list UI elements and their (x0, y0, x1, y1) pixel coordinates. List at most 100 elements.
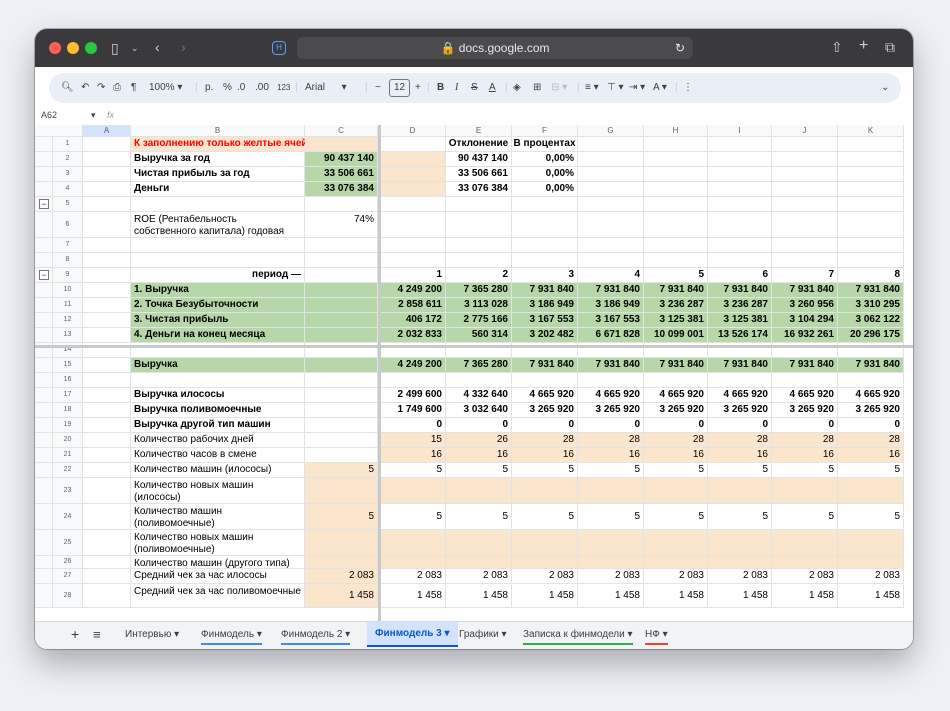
cell-c12[interactable] (305, 313, 378, 328)
cell-a12[interactable] (83, 313, 131, 328)
cell-j22[interactable]: 5 (772, 463, 838, 478)
cell-g17[interactable]: 4 665 920 (578, 388, 644, 403)
cell-k15[interactable]: 7 931 840 (838, 358, 904, 373)
cell-e19[interactable]: 0 (446, 418, 512, 433)
cell-k11[interactable]: 3 310 295 (838, 298, 904, 313)
cell-i18[interactable]: 3 265 920 (708, 403, 772, 418)
cell-j16[interactable] (772, 373, 838, 388)
cell-h17[interactable]: 4 665 920 (644, 388, 708, 403)
cell-e16[interactable] (446, 373, 512, 388)
cell-f15[interactable]: 7 931 840 (512, 358, 578, 373)
cell-e10[interactable]: 7 365 280 (446, 283, 512, 298)
cell-i21[interactable]: 16 (708, 448, 772, 463)
cell-b8[interactable] (131, 253, 305, 268)
cell-c25[interactable] (305, 530, 378, 556)
cell-k20[interactable]: 28 (838, 433, 904, 448)
cell-f17[interactable]: 4 665 920 (512, 388, 578, 403)
text-color-icon[interactable]: A (489, 81, 496, 95)
cell-b25[interactable]: Количество новых машин (поливомоечные) (131, 530, 305, 556)
new-tab-icon[interactable]: + (859, 38, 868, 54)
cell-c1[interactable] (305, 137, 378, 152)
cell-g4[interactable] (578, 182, 644, 197)
redo-icon[interactable]: ↷ (97, 81, 105, 95)
cell-a27[interactable] (83, 569, 131, 584)
decrease-decimal-button[interactable]: .0 (237, 81, 245, 95)
cell-a23[interactable] (83, 478, 131, 504)
cell-j9[interactable]: 7 (772, 268, 838, 283)
share-icon[interactable]: ⇧ (831, 40, 843, 54)
cell-f3[interactable]: 0,00% (512, 167, 578, 182)
cell-j6[interactable] (772, 212, 838, 238)
cell-j12[interactable]: 3 104 294 (772, 313, 838, 328)
cell-j15[interactable]: 7 931 840 (772, 358, 838, 373)
cell-f12[interactable]: 3 167 553 (512, 313, 578, 328)
cell-i20[interactable]: 28 (708, 433, 772, 448)
cell-h16[interactable] (644, 373, 708, 388)
sheet-tab-2[interactable]: Финмодель ▾ (201, 629, 262, 645)
cell-h5[interactable] (644, 197, 708, 212)
cell-f10[interactable]: 7 931 840 (512, 283, 578, 298)
cell-i22[interactable]: 5 (708, 463, 772, 478)
cell-g6[interactable] (578, 212, 644, 238)
cell-e8[interactable] (446, 253, 512, 268)
cell-f27[interactable]: 2 083 (512, 569, 578, 584)
maximize-dot[interactable] (85, 42, 97, 54)
cell-a7[interactable] (83, 238, 131, 253)
cell-d18[interactable]: 1 749 600 (380, 403, 446, 418)
cell-k19[interactable]: 0 (838, 418, 904, 433)
cell-c7[interactable] (305, 238, 378, 253)
cell-c4[interactable]: 33 076 384 (305, 182, 378, 197)
cell-c28[interactable]: 1 458 (305, 584, 378, 608)
sheet-tab-1[interactable]: Интервью ▾ (125, 629, 179, 640)
cell-k9[interactable]: 8 (838, 268, 904, 283)
cell-a2[interactable] (83, 152, 131, 167)
cell-d9[interactable]: 1 (380, 268, 446, 283)
cell-f23[interactable] (512, 478, 578, 504)
cell-e4[interactable]: 33 076 384 (446, 182, 512, 197)
column-header-e[interactable]: E (446, 125, 512, 137)
cell-k22[interactable]: 5 (838, 463, 904, 478)
cell-e6[interactable] (446, 212, 512, 238)
row-number[interactable]: 8 (53, 253, 83, 268)
cell-k25[interactable] (838, 530, 904, 556)
cell-e25[interactable] (446, 530, 512, 556)
row-number[interactable]: 22 (53, 463, 83, 478)
cell-d10[interactable]: 4 249 200 (380, 283, 446, 298)
wrap-icon[interactable]: ⇥ ▾ (629, 81, 645, 95)
cell-b28[interactable]: Средний чек за час поливомоечные (131, 584, 305, 608)
cell-d2[interactable] (380, 152, 446, 167)
increase-decimal-button[interactable]: .00 (255, 81, 269, 95)
reload-icon[interactable]: ↻ (675, 37, 685, 59)
sheet-tab-5[interactable]: Графики ▾ (459, 629, 507, 640)
row-number[interactable]: 3 (53, 167, 83, 182)
row-number[interactable]: 5 (53, 197, 83, 212)
cell-c26[interactable] (305, 556, 378, 569)
cell-e26[interactable] (446, 556, 512, 569)
add-sheet-icon[interactable]: + (71, 626, 79, 642)
cell-a16[interactable] (83, 373, 131, 388)
cell-a22[interactable] (83, 463, 131, 478)
bold-icon[interactable]: B (437, 81, 444, 95)
cell-c17[interactable] (305, 388, 378, 403)
cell-b2[interactable]: Выручка за год (131, 152, 305, 167)
cell-g1[interactable] (578, 137, 644, 152)
cell-h23[interactable] (644, 478, 708, 504)
row-number[interactable]: 18 (53, 403, 83, 418)
cell-d20[interactable]: 15 (380, 433, 446, 448)
row-number[interactable]: 25 (53, 530, 83, 556)
row-number[interactable]: 9 (53, 268, 83, 283)
cell-f25[interactable] (512, 530, 578, 556)
cell-d17[interactable]: 2 499 600 (380, 388, 446, 403)
cell-b1[interactable]: К заполнению только желтые ячейки! (131, 137, 322, 152)
cell-d5[interactable] (380, 197, 446, 212)
cell-i17[interactable]: 4 665 920 (708, 388, 772, 403)
column-header-b[interactable]: B (131, 125, 305, 137)
cell-f4[interactable]: 0,00% (512, 182, 578, 197)
cell-c23[interactable] (305, 478, 378, 504)
cell-e5[interactable] (446, 197, 512, 212)
cell-b4[interactable]: Деньги (131, 182, 305, 197)
cell-i4[interactable] (708, 182, 772, 197)
cell-f24[interactable]: 5 (512, 504, 578, 530)
row-number[interactable]: 27 (53, 569, 83, 584)
row-number[interactable]: 2 (53, 152, 83, 167)
